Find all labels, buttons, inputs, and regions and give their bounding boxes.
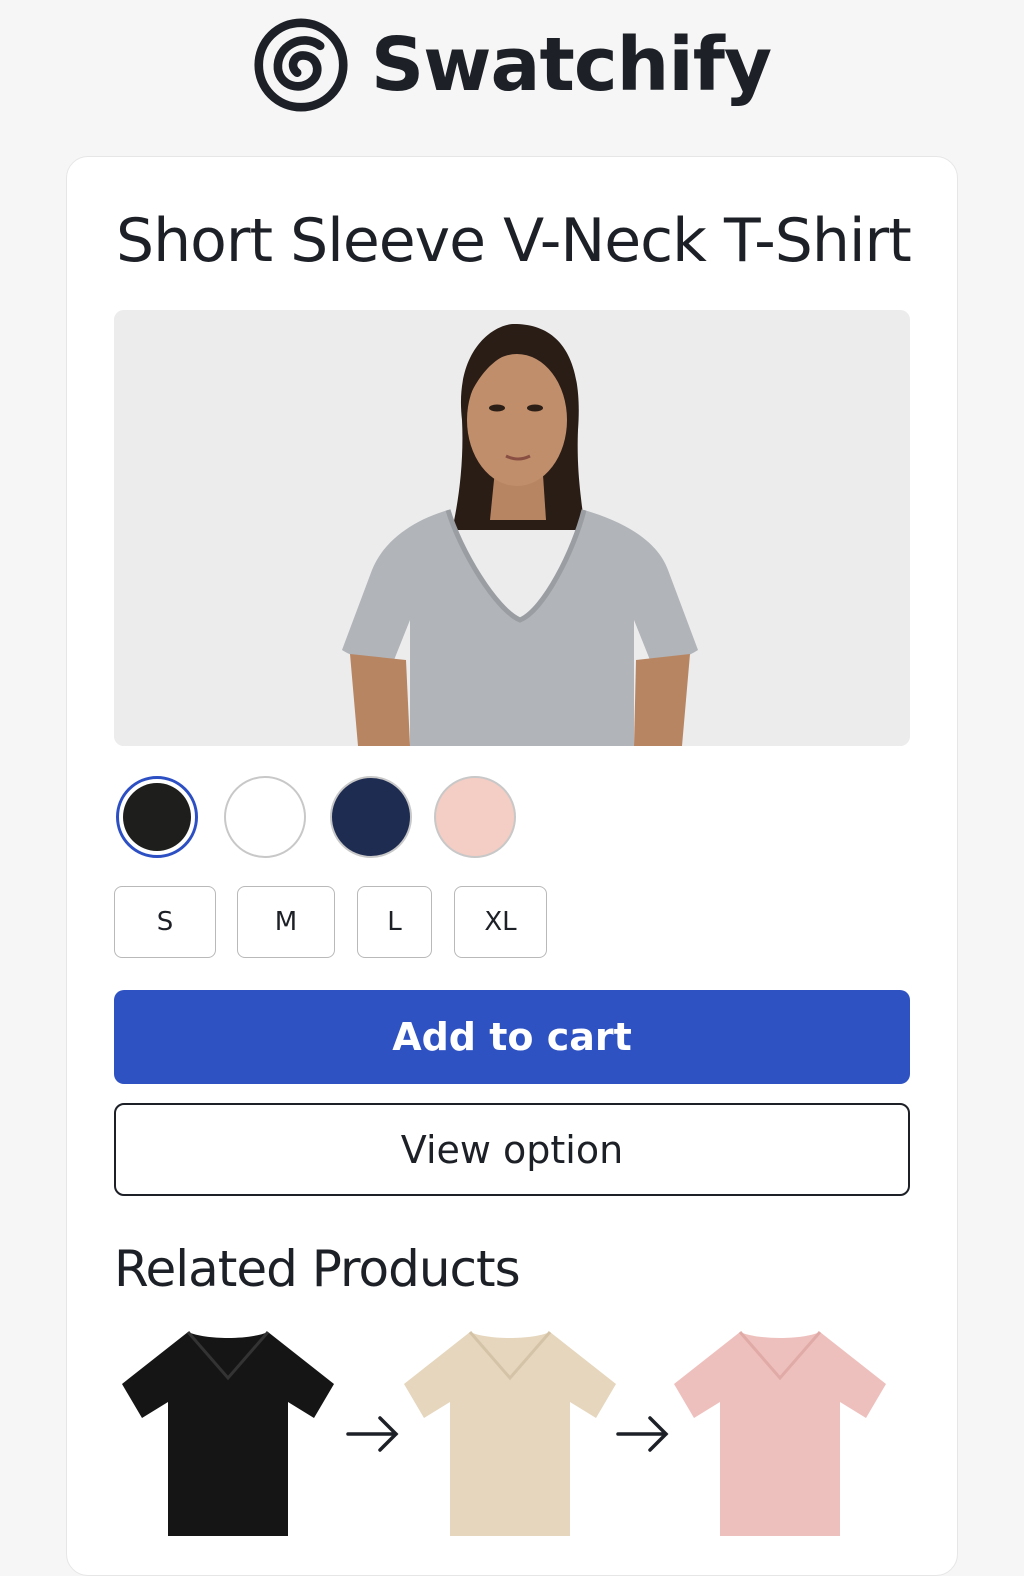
related-product-pink[interactable] (668, 1326, 892, 1536)
size-button-l[interactable]: L (357, 886, 432, 958)
color-swatch-black[interactable] (116, 776, 198, 858)
related-product-beige[interactable] (398, 1326, 622, 1536)
color-swatch-white[interactable] (224, 776, 306, 858)
related-product-black[interactable] (116, 1326, 340, 1536)
related-products-heading: Related Products (114, 1240, 521, 1298)
brand-header: Swatchify (0, 0, 1024, 130)
size-button-xl[interactable]: XL (454, 886, 547, 958)
model-illustration (114, 310, 910, 746)
product-title: Short Sleeve V-Neck T-Shirt (116, 206, 912, 276)
size-button-m[interactable]: M (237, 886, 335, 958)
view-option-button[interactable]: View option (114, 1103, 910, 1196)
size-button-s[interactable]: S (114, 886, 216, 958)
product-image (114, 310, 910, 746)
swirl-logo-icon[interactable] (253, 17, 349, 113)
color-swatch-pink[interactable] (434, 776, 516, 858)
brand-name[interactable]: Swatchify (371, 22, 772, 108)
right-arrow-icon (346, 1416, 399, 1452)
color-swatch-navy[interactable] (330, 776, 412, 858)
right-arrow-icon (616, 1416, 669, 1452)
add-to-cart-button[interactable]: Add to cart (114, 990, 910, 1084)
